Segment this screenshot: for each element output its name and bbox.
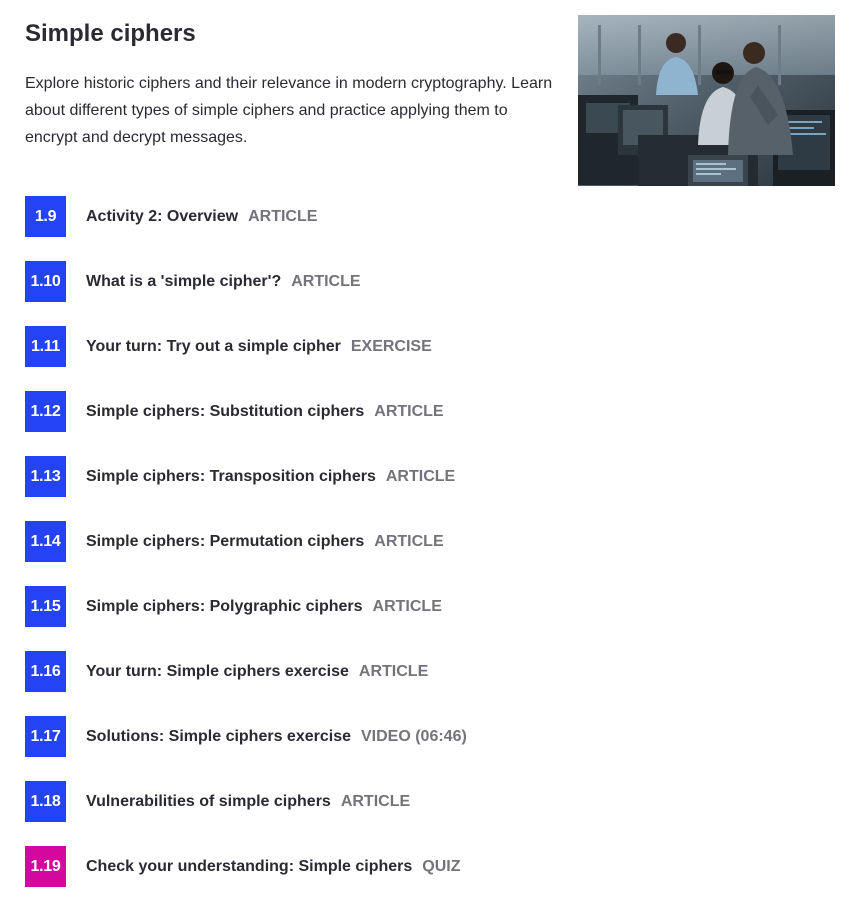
course-description: Explore historic ciphers and their relev… (25, 75, 553, 146)
step-title-link[interactable]: Simple ciphers: Polygraphic ciphers (86, 598, 363, 616)
hero-image (578, 15, 835, 186)
step-title-link[interactable]: Simple ciphers: Substitution ciphers (86, 403, 364, 421)
step-item[interactable]: 1.16 Your turn: Simple ciphers exercise … (25, 651, 825, 692)
step-type-label: QUIZ (422, 857, 461, 875)
step-number-badge: 1.17 (25, 716, 66, 757)
step-number-badge: 1.15 (25, 586, 66, 627)
step-item[interactable]: 1.19 Check your understanding: Simple ci… (25, 846, 825, 887)
step-item[interactable]: 1.13 Simple ciphers: Transposition ciphe… (25, 456, 825, 497)
step-number-badge: 1.12 (25, 391, 66, 432)
step-title-link[interactable]: Simple ciphers: Permutation ciphers (86, 533, 364, 551)
course-header: Simple ciphers Explore historic ciphers … (25, 18, 555, 151)
step-type-label: VIDEO (06:46) (360, 727, 467, 745)
page-title: Simple ciphers (25, 20, 196, 47)
step-type-label: EXERCISE (350, 337, 432, 355)
step-title-link[interactable]: Simple ciphers: Transposition ciphers (86, 468, 376, 486)
step-type-label: ARTICLE (374, 402, 444, 420)
step-title-link[interactable]: Solutions: Simple ciphers exercise (86, 728, 351, 746)
step-number-badge: 1.18 (25, 781, 66, 822)
step-number-badge: 1.10 (25, 261, 66, 302)
step-type-label: ARTICLE (248, 207, 318, 225)
step-type-label: ARTICLE (385, 467, 456, 485)
step-item[interactable]: 1.17 Solutions: Simple ciphers exercise … (25, 716, 825, 757)
step-item[interactable]: 1.15 Simple ciphers: Polygraphic ciphers… (25, 586, 825, 627)
step-number-badge: 1.11 (25, 326, 66, 367)
step-item[interactable]: 1.9 Activity 2: Overview ARTICLE (25, 196, 825, 237)
step-title-link[interactable]: Check your understanding: Simple ciphers (86, 858, 412, 876)
step-number-badge: 1.19 (25, 846, 66, 887)
step-title-link[interactable]: Your turn: Simple ciphers exercise (86, 663, 349, 681)
step-item[interactable]: 1.14 Simple ciphers: Permutation ciphers… (25, 521, 825, 562)
step-type-label: ARTICLE (340, 792, 411, 810)
step-item[interactable]: 1.12 Simple ciphers: Substitution cipher… (25, 391, 825, 432)
step-item[interactable]: 1.10 What is a 'simple cipher'? ARTICLE (25, 261, 825, 302)
step-item[interactable]: 1.18 Vulnerabilities of simple ciphers A… (25, 781, 825, 822)
step-type-label: ARTICLE (372, 597, 442, 615)
step-title-link[interactable]: Your turn: Try out a simple cipher (86, 338, 341, 356)
step-title-link[interactable]: What is a 'simple cipher'? (86, 273, 281, 291)
steps-list: 1.9 Activity 2: Overview ARTICLE 1.10 Wh… (25, 196, 825, 911)
step-number-badge: 1.14 (25, 521, 66, 562)
step-number-badge: 1.9 (25, 196, 66, 237)
step-type-label: ARTICLE (358, 662, 429, 680)
step-number-badge: 1.13 (25, 456, 66, 497)
step-number-badge: 1.16 (25, 651, 66, 692)
step-type-label: ARTICLE (291, 272, 361, 290)
step-title-link[interactable]: Vulnerabilities of simple ciphers (86, 793, 331, 811)
step-type-label: ARTICLE (374, 532, 444, 550)
step-title-link[interactable]: Activity 2: Overview (86, 208, 238, 226)
step-item[interactable]: 1.11 Your turn: Try out a simple cipher … (25, 326, 825, 367)
